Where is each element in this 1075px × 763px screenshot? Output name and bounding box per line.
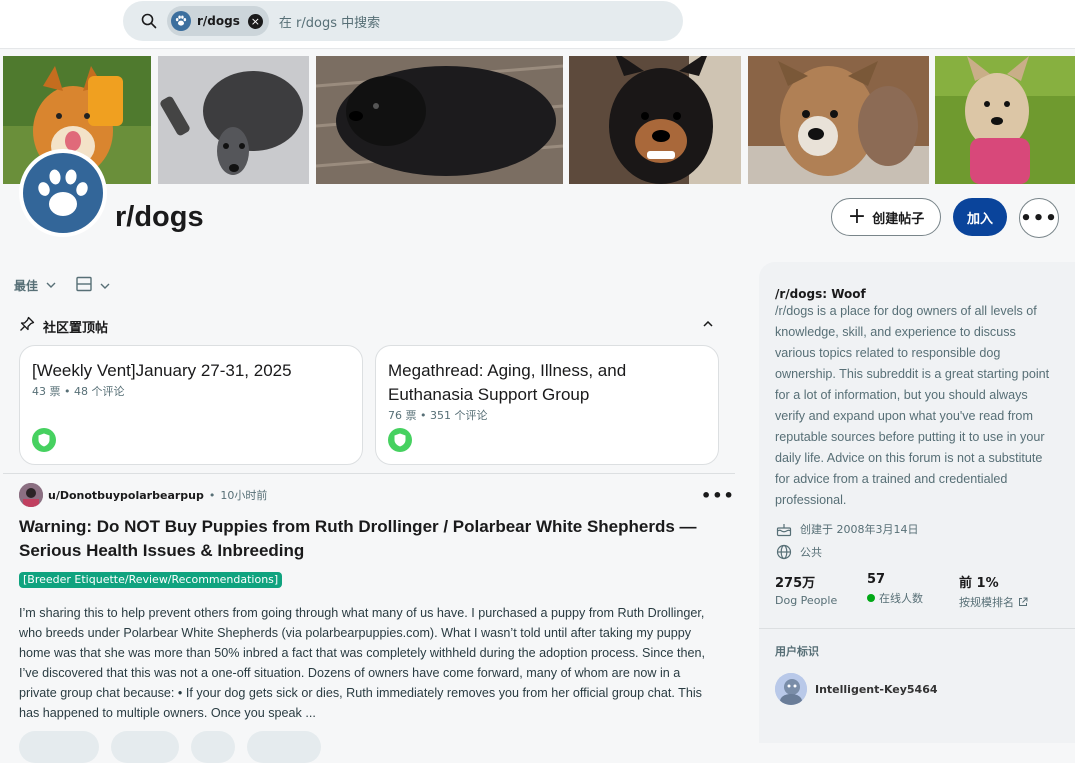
banner-photo <box>316 56 563 184</box>
paw-icon <box>23 153 103 233</box>
pinned-post-meta: 43 票 • 48 个评论 <box>32 385 125 398</box>
stat-label-row: 按规模排名 <box>959 594 1051 610</box>
share-button[interactable] <box>247 731 321 763</box>
search-scope-label: r/dogs <box>197 14 240 28</box>
stat-label: 在线人数 <box>879 592 923 605</box>
chevron-down-icon <box>100 281 110 292</box>
community-sidebar: /r/dogs: Woof /r/dogs is a place for dog… <box>759 262 1075 743</box>
sidebar-description: /r/dogs is a place for dog owners of all… <box>775 304 1050 507</box>
community-stats: 275万 Dog People 57 在线人数 前 1% 按规模排名 <box>775 572 1059 610</box>
stat-value: 前 1% <box>959 576 999 591</box>
view-layout-dropdown[interactable] <box>76 276 110 296</box>
user-flair-name: Intelligent-Key5464 <box>815 682 938 696</box>
join-button[interactable]: 加入 <box>953 198 1007 236</box>
search-icon <box>139 11 159 31</box>
stat-label: 按规模排名 <box>959 596 1014 609</box>
post-author[interactable]: u/Donotbuypolarbearpup <box>48 489 204 502</box>
visibility: 公共 <box>775 543 1059 560</box>
cake-icon <box>775 520 792 537</box>
layout-card-icon <box>76 276 92 296</box>
post-body[interactable]: I’m sharing this to help prevent others … <box>19 603 719 723</box>
chevron-up-icon[interactable] <box>703 316 713 330</box>
post-meta: u/Donotbuypolarbearpup • 10小时前 <box>19 483 267 507</box>
paw-icon <box>171 11 191 31</box>
created-date: 创建于 2008年3月14日 <box>775 520 1059 537</box>
globe-icon <box>775 543 792 560</box>
stat-value: 275万 <box>775 576 816 591</box>
pinned-posts-header: 社区置顶帖 <box>19 316 719 336</box>
divider <box>759 628 1075 629</box>
created-date-label: 创建于 2008年3月14日 <box>800 522 919 536</box>
banner-photo <box>569 56 741 184</box>
avatar <box>775 673 807 705</box>
clear-scope-icon[interactable]: × <box>247 13 263 29</box>
more-icon: ••• <box>1020 207 1058 229</box>
post-time: 10小时前 <box>220 489 268 502</box>
banner-photo <box>158 56 309 184</box>
post-actions <box>19 731 333 763</box>
top-bar: r/dogs × 在 r/dogs 中搜索 <box>0 0 1075 49</box>
pinned-post-card[interactable]: Megathread: Aging, Illness, and Euthanas… <box>375 345 719 465</box>
post-flair[interactable]: [Breeder Etiquette/Review/Recommendation… <box>19 572 283 588</box>
sort-label: 最佳 <box>14 279 39 293</box>
sort-dropdown[interactable]: 最佳 <box>14 277 56 294</box>
post-more-button[interactable]: ••• <box>701 486 735 505</box>
divider <box>3 473 735 474</box>
user-flair-header: 用户标识 <box>775 645 819 658</box>
pin-icon <box>19 316 35 336</box>
create-post-button[interactable]: + 创建帖子 <box>831 198 941 236</box>
avatar[interactable] <box>19 483 43 507</box>
external-link-icon <box>1018 597 1028 607</box>
create-post-label: 创建帖子 <box>872 211 925 227</box>
stat-online: 57 在线人数 <box>867 572 959 610</box>
stat-label: Dog People <box>775 594 838 607</box>
search-bar[interactable]: r/dogs × 在 r/dogs 中搜索 <box>123 1 683 41</box>
post-title[interactable]: Warning: Do NOT Buy Puppies from Ruth Dr… <box>19 515 719 563</box>
pinned-post-title: [Weekly Vent]January 27-31, 2025 <box>32 361 292 380</box>
banner-photo <box>935 56 1075 184</box>
stat-members: 275万 Dog People <box>775 572 867 610</box>
stat-label-row: 在线人数 <box>867 590 959 606</box>
search-input[interactable]: 在 r/dogs 中搜索 <box>279 12 380 31</box>
stat-value: 57 <box>867 572 886 587</box>
plus-icon: + <box>847 204 867 229</box>
subreddit-banner <box>0 56 1075 184</box>
award-button[interactable] <box>191 731 235 763</box>
user-flair-row[interactable]: Intelligent-Key5464 <box>775 673 1059 705</box>
banner-photo <box>748 56 929 184</box>
pinned-post-meta: 76 票 • 351 个评论 <box>388 409 488 422</box>
subreddit-title: r/dogs <box>115 201 204 233</box>
stat-rank[interactable]: 前 1% 按规模排名 <box>959 572 1051 610</box>
community-avatar[interactable] <box>19 149 107 237</box>
search-scope-chip[interactable]: r/dogs × <box>167 6 269 36</box>
mod-shield-icon <box>388 428 412 452</box>
pinned-posts-label: 社区置顶帖 <box>43 320 109 336</box>
online-dot-icon <box>867 594 875 602</box>
visibility-label: 公共 <box>800 545 822 559</box>
mod-shield-icon <box>32 428 56 452</box>
meta-separator: • <box>208 488 216 502</box>
chevron-down-icon <box>46 280 56 291</box>
more-options-button[interactable]: ••• <box>1019 198 1059 238</box>
sidebar-title: /r/dogs: Woof <box>775 287 866 301</box>
pinned-post-card[interactable]: [Weekly Vent]January 27-31, 2025 43 票 • … <box>19 345 363 465</box>
pinned-post-title: Megathread: Aging, Illness, and Euthanas… <box>388 361 627 404</box>
vote-button[interactable] <box>19 731 99 763</box>
comments-button[interactable] <box>111 731 179 763</box>
